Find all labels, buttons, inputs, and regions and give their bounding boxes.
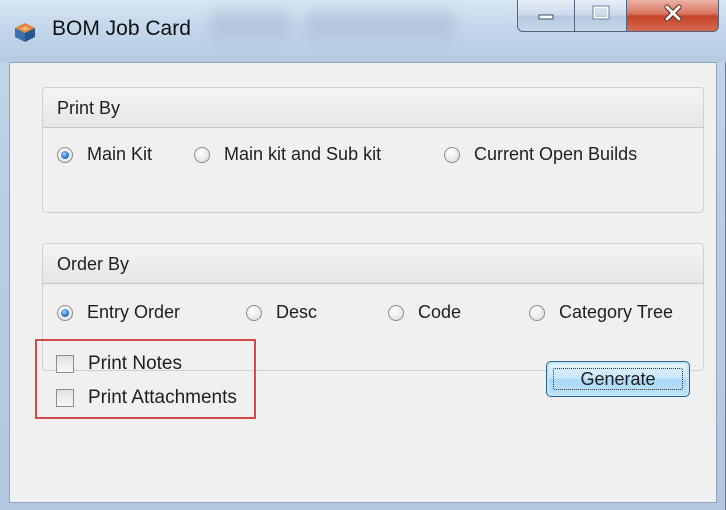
radio-entry-order[interactable]: Entry Order <box>57 302 180 323</box>
title-bar[interactable]: BOM Job Card <box>0 0 726 62</box>
title-bar-blur <box>305 10 455 40</box>
order-by-options: Entry Order Desc Code Category Tree <box>43 302 703 332</box>
radio-unselected-icon <box>529 304 545 321</box>
checkbox-label: Print Attachments <box>88 387 237 408</box>
generate-button-label: Generate <box>580 368 656 389</box>
checkbox-print-attachments[interactable]: Print Attachments <box>56 387 237 409</box>
minimize-button[interactable] <box>517 0 575 32</box>
checkbox-label: Print Notes <box>88 353 182 374</box>
radio-selected-icon <box>57 304 73 321</box>
order-by-header: Order By <box>43 244 703 284</box>
radio-label: Category Tree <box>559 302 674 322</box>
radio-label: Desc <box>276 302 318 322</box>
radio-label: Entry Order <box>87 302 181 322</box>
minimize-icon <box>536 7 556 25</box>
window-title: BOM Job Card <box>52 17 191 40</box>
generate-button[interactable]: Generate <box>546 361 690 397</box>
radio-desc[interactable]: Desc <box>246 302 317 323</box>
radio-category-tree[interactable]: Category Tree <box>529 302 673 323</box>
checkbox-print-notes[interactable]: Print Notes <box>56 353 182 375</box>
bom-job-card-window: BOM Job Card Print By Main Kit Main kit … <box>0 0 726 510</box>
radio-label: Current Open Builds <box>474 144 638 164</box>
maximize-button[interactable] <box>575 0 627 32</box>
close-button[interactable] <box>627 0 719 32</box>
radio-main-kit-and-sub-kit[interactable]: Main kit and Sub kit <box>194 144 381 165</box>
print-options-highlight: Print Notes Print Attachments <box>35 339 256 419</box>
radio-unselected-icon <box>194 146 210 163</box>
bom-cube-icon <box>13 21 37 43</box>
radio-current-open-builds[interactable]: Current Open Builds <box>444 144 637 165</box>
caption-buttons <box>517 0 719 34</box>
print-by-header: Print By <box>43 88 703 128</box>
checkbox-unchecked-icon <box>56 355 74 373</box>
print-by-group: Print By Main Kit Main kit and Sub kit C… <box>42 87 704 213</box>
radio-unselected-icon <box>388 304 404 321</box>
radio-selected-icon <box>57 146 73 163</box>
radio-code[interactable]: Code <box>388 302 461 323</box>
checkbox-unchecked-icon <box>56 389 74 407</box>
radio-label: Code <box>418 302 462 322</box>
radio-unselected-icon <box>246 304 262 321</box>
radio-main-kit[interactable]: Main Kit <box>57 144 152 165</box>
close-icon <box>662 4 684 27</box>
maximize-icon <box>592 5 610 26</box>
radio-label: Main kit and Sub kit <box>224 144 382 164</box>
radio-label: Main Kit <box>87 144 153 164</box>
dialog-client-area: Print By Main Kit Main kit and Sub kit C… <box>9 62 717 503</box>
radio-unselected-icon <box>444 146 460 163</box>
print-by-options: Main Kit Main kit and Sub kit Current Op… <box>43 144 703 174</box>
title-bar-blur <box>210 10 290 40</box>
